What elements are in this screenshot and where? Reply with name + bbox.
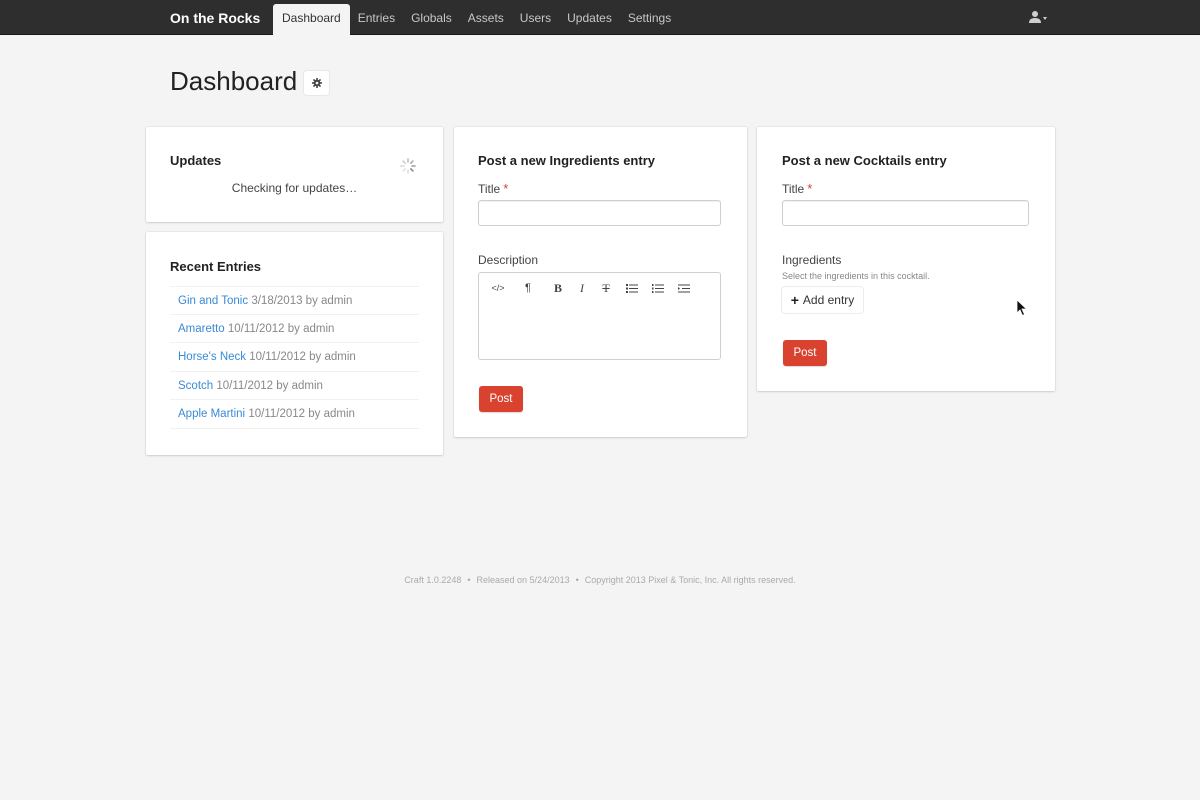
add-entry-button[interactable]: + Add entry (782, 287, 863, 313)
entry-meta: 10/11/2012 by admin (227, 322, 335, 335)
user-icon (1029, 11, 1047, 23)
nav-item-settings[interactable]: Settings (620, 4, 679, 35)
plus-icon: + (790, 292, 799, 308)
bold-button[interactable]: B (545, 277, 571, 299)
entry-link[interactable]: Amaretto (178, 323, 225, 335)
list-item: Apple Martini 10/11/2012 by admin (170, 400, 419, 429)
updates-widget: Updates Checking for updates… (146, 127, 443, 222)
list-item: Horse's Neck 10/11/2012 by admin (170, 343, 419, 372)
nav-item-entries[interactable]: Entries (350, 4, 403, 35)
entry-meta: 10/11/2012 by admin (216, 379, 323, 392)
entry-meta: 10/11/2012 by admin (249, 351, 356, 363)
entry-link[interactable]: Horse's Neck (178, 351, 246, 363)
list-item: Amaretto 10/11/2012 by admin (170, 315, 419, 343)
required-indicator: * (503, 181, 509, 196)
ordered-list-icon (652, 283, 664, 293)
nav-item-assets[interactable]: Assets (460, 4, 512, 35)
html-source-button[interactable]: </> (485, 277, 511, 299)
quick-post-ingredients-widget: Post a new Ingredients entry Title * Desc… (454, 127, 747, 437)
title-field-label: Title * (478, 181, 509, 196)
quick-post-cocktails-widget: Post a new Cocktails entry Title * Ingred… (757, 127, 1055, 391)
ordered-list-button[interactable] (645, 277, 671, 299)
nav-item-dashboard[interactable]: Dashboard (273, 4, 350, 35)
indent-icon (678, 284, 690, 292)
footer-copyright: Copyright 2013 Pixel & Tonic, Inc. All r… (584, 575, 796, 585)
spinner-icon (400, 158, 416, 174)
mouse-cursor-icon (1016, 299, 1028, 317)
description-field-label: Description (478, 253, 539, 267)
title-field-label: Title * (782, 181, 813, 196)
unordered-list-button[interactable] (619, 277, 645, 299)
required-indicator: * (807, 181, 813, 196)
rte-toolbar: </> ¶ B I T (485, 277, 697, 299)
cocktails-title-input[interactable] (782, 200, 1029, 226)
main-nav: Dashboard Entries Globals Assets Users U… (273, 4, 679, 35)
paragraph-format-button[interactable]: ¶ (515, 277, 541, 299)
site-name[interactable]: On the Rocks (170, 10, 260, 26)
footer: Craft 1.0.2248 • Released on 5/24/2013 • Cop… (0, 575, 1200, 585)
chevron-down-icon (1043, 17, 1047, 20)
dashboard-settings-button[interactable] (304, 71, 329, 95)
ingredients-widget-title: Post a new Ingredients entry (478, 153, 655, 168)
footer-version: Craft 1.0.2248 (404, 575, 462, 585)
nav-item-users[interactable]: Users (512, 4, 559, 35)
footer-separator: • (467, 575, 471, 585)
entry-meta: 10/11/2012 by admin (248, 408, 355, 420)
indent-button[interactable] (671, 277, 697, 299)
recent-entries-list: Gin and Tonic 3/18/2013 by admin Amarett… (170, 286, 419, 429)
gear-icon (311, 78, 322, 88)
description-rich-text-editor[interactable]: </> ¶ B I T (478, 272, 721, 360)
cocktails-widget-title: Post a new Cocktails entry (782, 153, 947, 168)
recent-entries-title: Recent Entries (170, 259, 262, 274)
page-title: Dashboard (170, 66, 298, 96)
nav-item-globals[interactable]: Globals (403, 4, 460, 35)
strikethrough-button[interactable]: T (593, 277, 619, 299)
footer-separator: • (575, 575, 579, 585)
ingredients-instructions: Select the ingredients in this cocktail. (782, 271, 930, 281)
updates-widget-title: Updates (170, 153, 222, 168)
list-item: Gin and Tonic 3/18/2013 by admin (170, 286, 419, 315)
recent-entries-widget: Recent Entries Gin and Tonic 3/18/2013 b… (146, 232, 443, 455)
ingredients-title-input[interactable] (478, 200, 721, 226)
ingredients-field-label: Ingredients (782, 253, 842, 267)
entry-link[interactable]: Gin and Tonic (178, 295, 248, 307)
list-icon (626, 283, 638, 293)
nav-item-updates[interactable]: Updates (559, 4, 620, 35)
italic-button[interactable]: I (571, 277, 593, 299)
top-nav-bar: On the Rocks Dashboard Entries Globals A… (0, 0, 1200, 35)
post-cocktails-button[interactable]: Post (783, 340, 827, 366)
update-status-text: Checking for updates… (231, 181, 358, 195)
entry-link[interactable]: Apple Martini (178, 408, 245, 420)
footer-release-date: Released on 5/24/2013 (476, 575, 570, 585)
post-ingredients-button[interactable]: Post (479, 386, 523, 412)
add-entry-label: Add entry (802, 293, 855, 307)
entry-meta: 3/18/2013 by admin (251, 295, 353, 307)
list-item: Scotch 10/11/2012 by admin (170, 372, 419, 400)
entry-link[interactable]: Scotch (178, 380, 213, 392)
user-menu-button[interactable] (1028, 10, 1052, 26)
